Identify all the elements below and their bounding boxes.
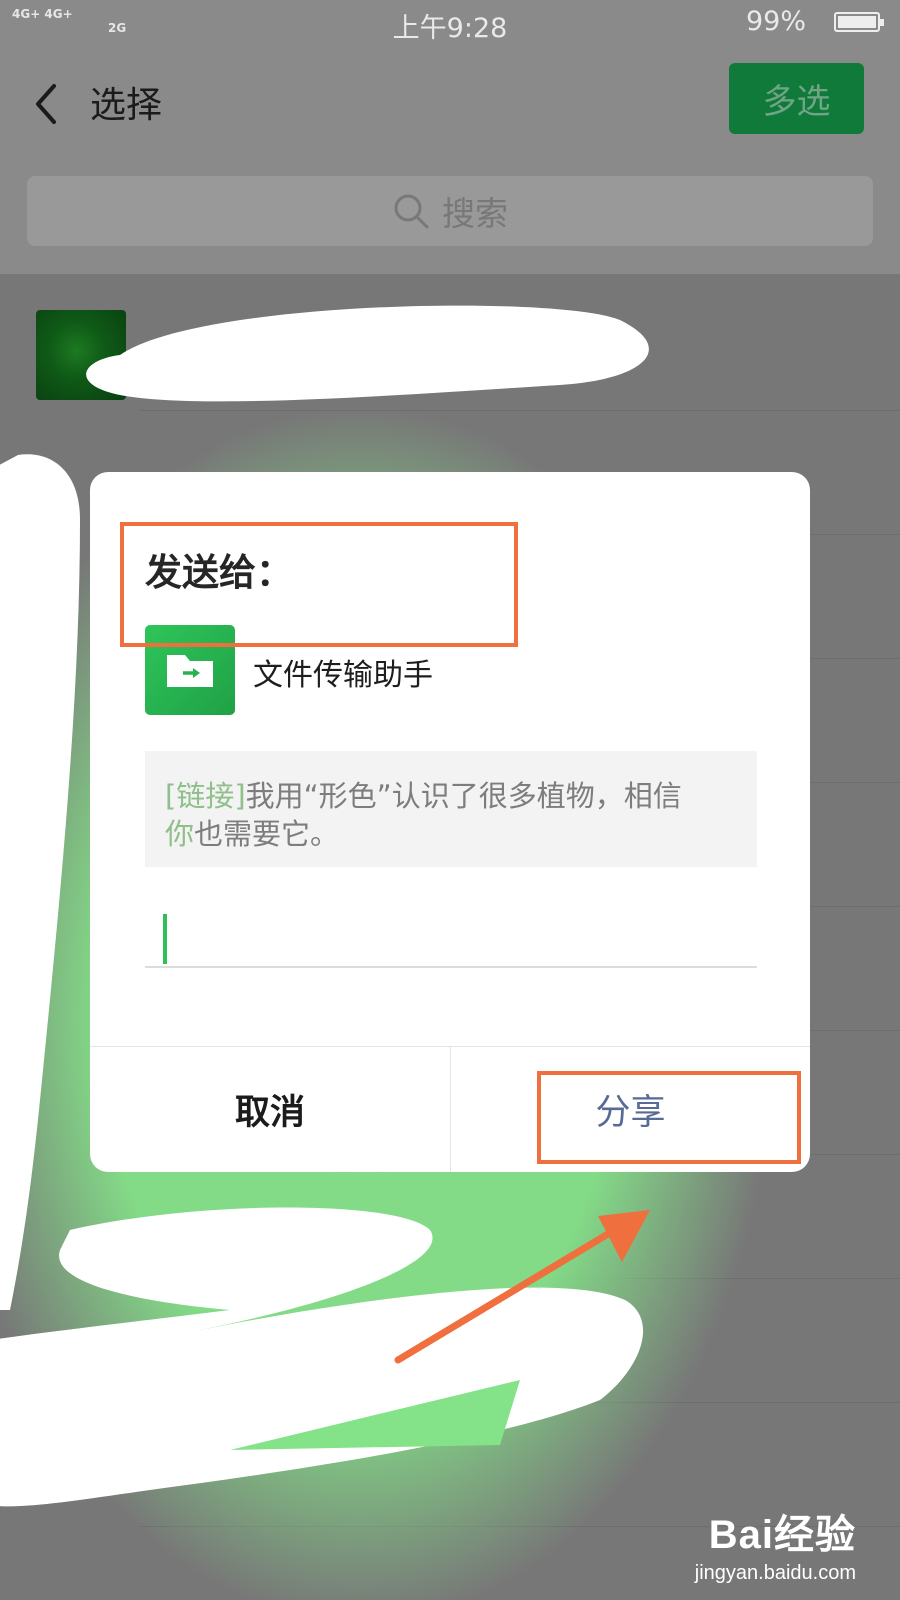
baidu-jingyan-watermark: Bai经验 jingyan.baidu.com: [695, 1502, 856, 1585]
message-link-tag: [链接]: [165, 779, 246, 813]
text-caret: [163, 914, 167, 964]
watermark-brand: Bai经验: [708, 1513, 856, 1557]
highlight-box-title: [120, 522, 518, 647]
message-text-2-green: 你: [165, 817, 195, 851]
note-input[interactable]: [145, 904, 757, 968]
highlight-box-share: [537, 1071, 801, 1164]
message-text-2: 也需要它。: [194, 817, 340, 851]
recipient-name: 文件传输助手: [253, 658, 433, 693]
cancel-button[interactable]: 取消: [90, 1047, 450, 1172]
message-text-1: 我用“形色”认识了很多植物，相信: [245, 779, 682, 813]
watermark-url: jingyan.baidu.com: [694, 1562, 856, 1584]
screen: 4G+ 4G+ 2G 上午9:28 99% 选择 多选 搜索 发送给： 文件传输…: [0, 0, 900, 1600]
message-preview: [链接]我用“形色”认识了很多植物，相信 你也需要它。: [145, 751, 757, 867]
